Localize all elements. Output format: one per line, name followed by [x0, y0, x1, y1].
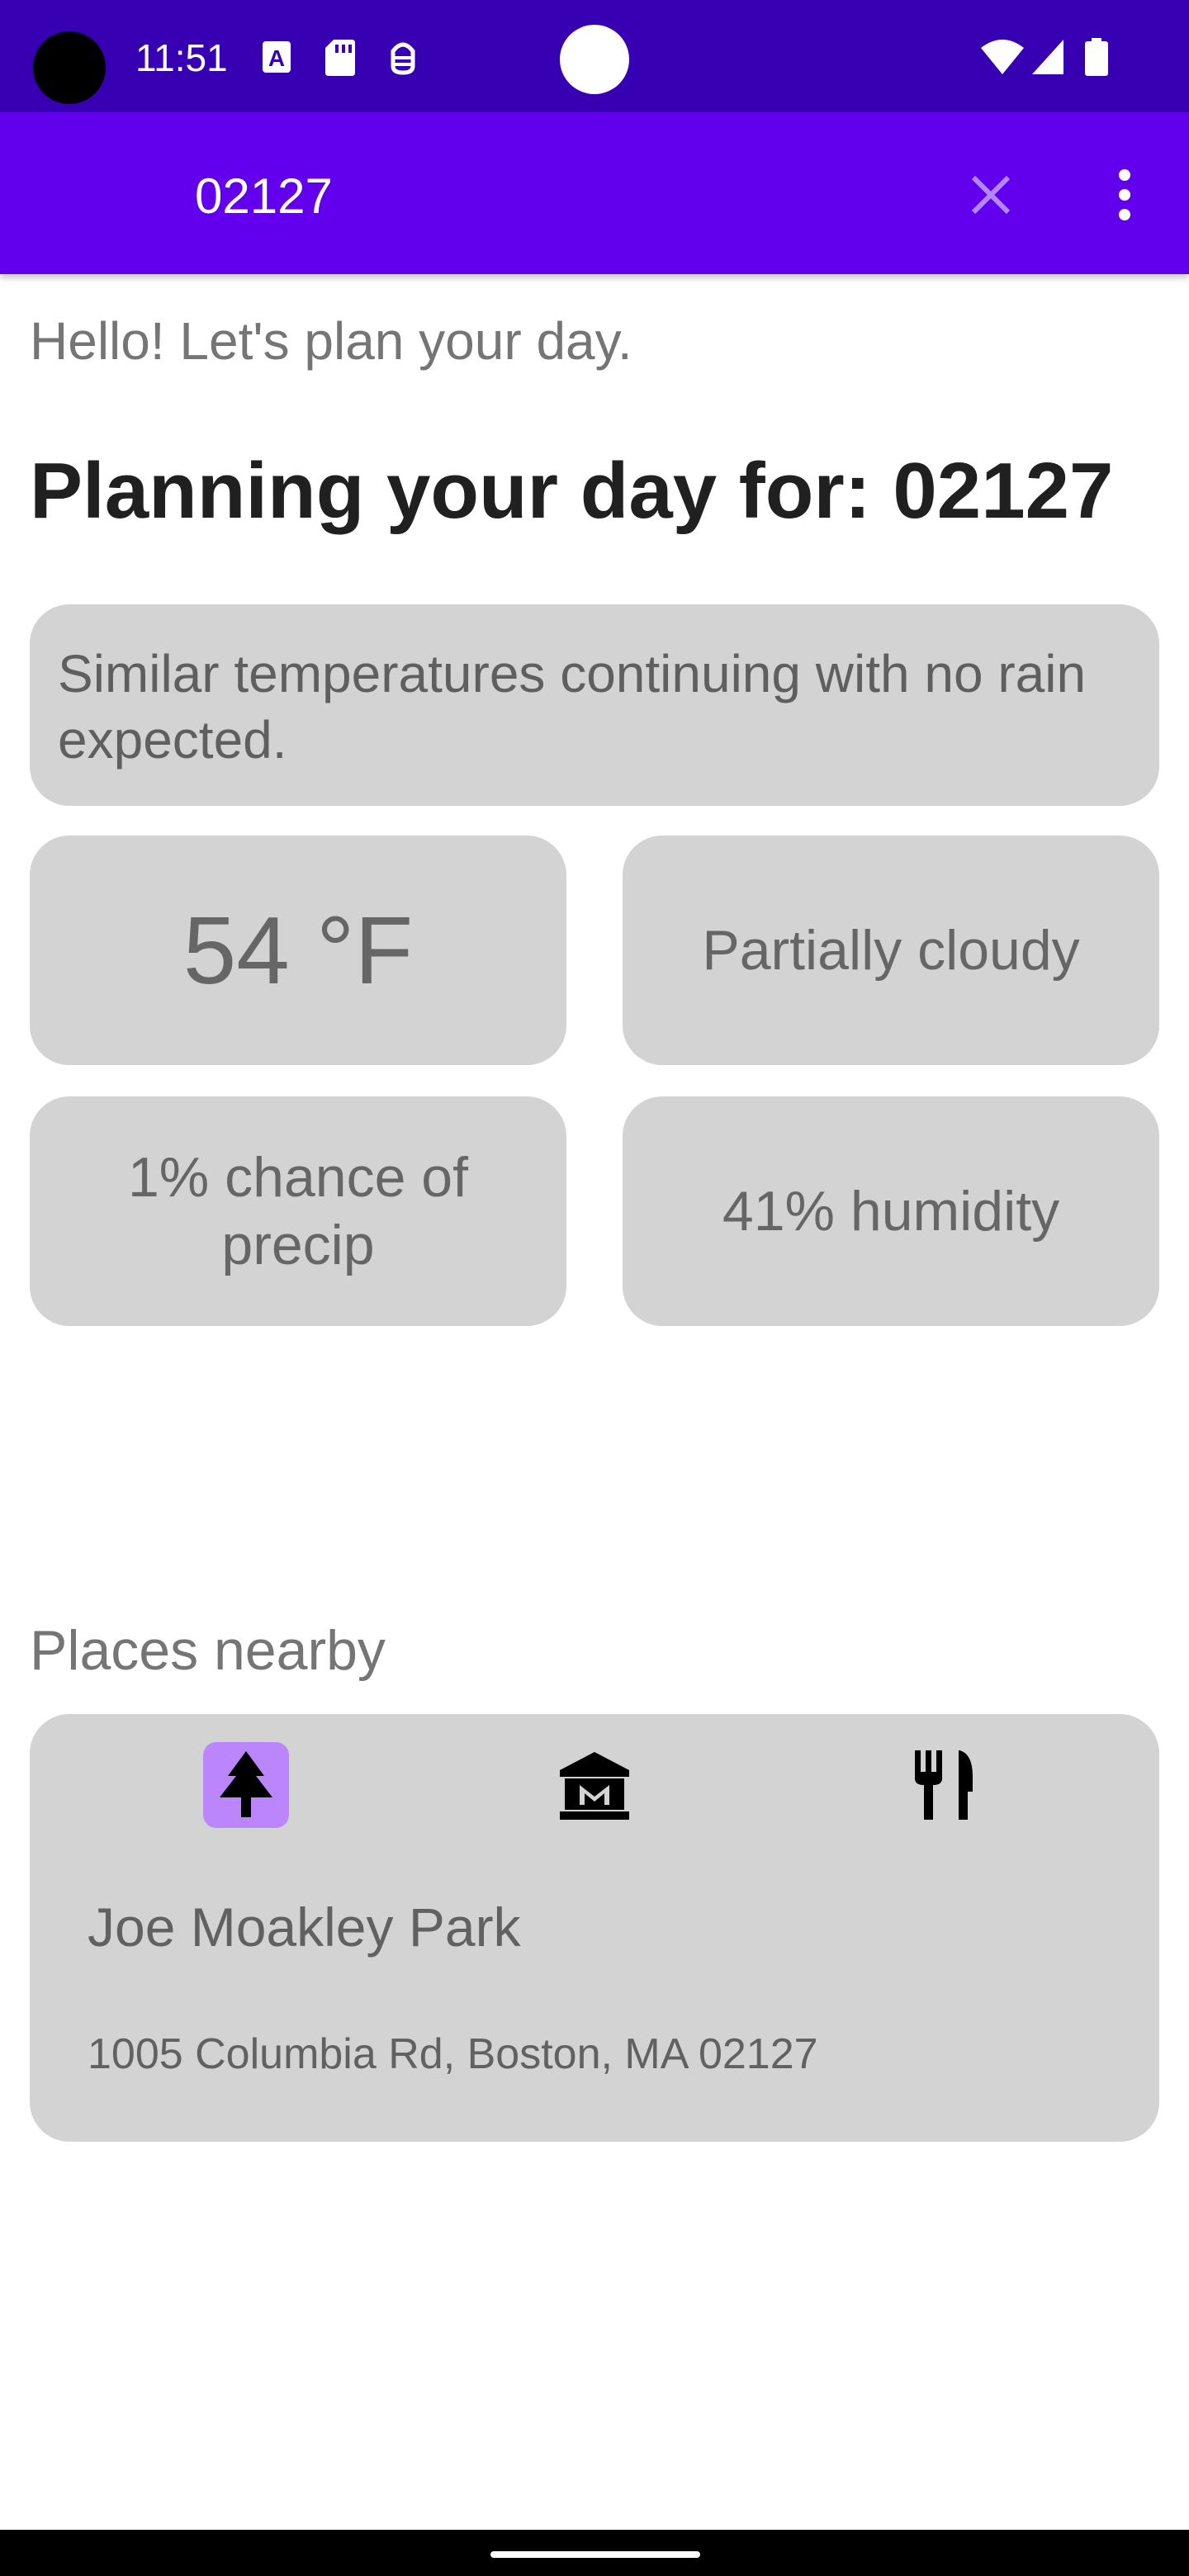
humidity-tile: 41% humidity	[623, 1096, 1159, 1326]
android-debug-icon	[391, 42, 415, 75]
battery-icon	[1085, 38, 1108, 76]
place-name: Joe Moakley Park	[88, 1896, 521, 1958]
cellular-signal-icon	[1032, 40, 1063, 74]
overflow-menu-button[interactable]	[1095, 154, 1154, 236]
place-address: 1005 Columbia Rd, Boston, MA 02127	[88, 2030, 818, 2078]
status-time: 11:51	[135, 36, 228, 79]
temperature-value: 54 °F	[182, 897, 414, 1004]
weather-summary-card: Similar temperatures continuing with no …	[30, 604, 1159, 806]
search-input[interactable]	[195, 159, 938, 233]
app-bar	[0, 112, 1189, 274]
humidity-value: 41% humidity	[722, 1180, 1060, 1243]
page-title: Planning your day for: 02127	[30, 447, 1114, 535]
status-bar: 11:51 A	[0, 0, 1189, 112]
restaurant-icon	[915, 1750, 973, 1820]
places-card: Joe Moakley Park 1005 Columbia Rd, Bosto…	[30, 1714, 1159, 2142]
sd-card-icon	[325, 40, 355, 76]
home-gesture-handle[interactable]	[490, 2551, 700, 2558]
precipitation-tile: 1% chance of precip	[30, 1096, 566, 1326]
category-museums-button[interactable]	[552, 1742, 637, 1828]
greeting-text: Hello! Let's plan your day.	[30, 311, 632, 371]
more-vert-icon	[1119, 169, 1130, 220]
clear-search-button[interactable]	[958, 162, 1024, 228]
condition-value: Partially cloudy	[702, 919, 1080, 982]
category-parks-button[interactable]	[203, 1742, 289, 1828]
svg-text:A: A	[268, 45, 285, 71]
places-nearby-label: Places nearby	[30, 1619, 386, 1682]
precipitation-value: 1% chance of precip	[127, 1146, 469, 1276]
park-tree-icon	[220, 1751, 272, 1817]
temperature-tile: 54 °F	[30, 836, 566, 1065]
museum-icon	[560, 1752, 629, 1820]
camera-cutout	[33, 31, 106, 104]
category-restaurants-button[interactable]	[900, 1742, 986, 1828]
front-camera-dot	[560, 25, 629, 94]
wifi-icon	[981, 40, 1024, 74]
close-icon	[971, 175, 1011, 215]
condition-tile: Partially cloudy	[623, 836, 1159, 1065]
text-a-icon: A	[263, 41, 291, 73]
